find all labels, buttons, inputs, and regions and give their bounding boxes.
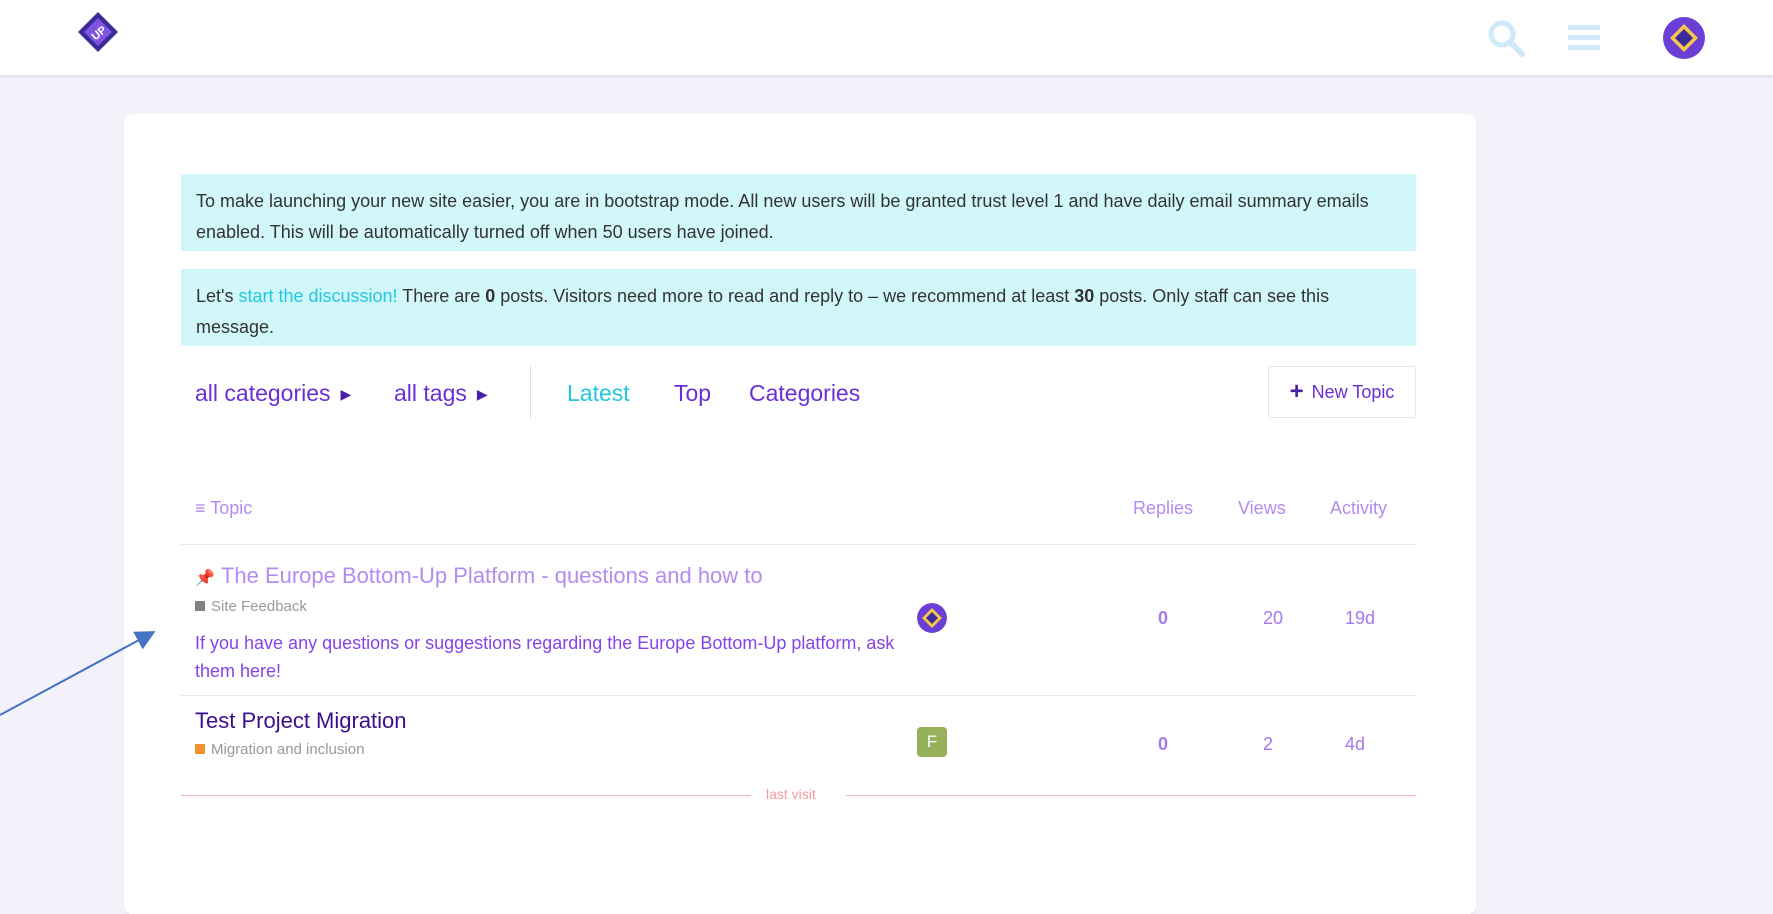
replies-count[interactable]: 0 (1158, 734, 1168, 755)
bootstrap-notice: To make launching your new site easier, … (181, 174, 1416, 251)
category-label: Migration and inclusion (211, 741, 365, 758)
topic-title: The Europe Bottom-Up Platform - question… (220, 563, 763, 588)
site-logo[interactable]: UP (76, 10, 120, 54)
last-visit-label: last visit (766, 786, 816, 802)
views-column-header[interactable]: Views (1238, 498, 1286, 519)
activity-time[interactable]: 19d (1345, 608, 1375, 629)
divider-line (846, 795, 1416, 796)
category-color-square (195, 744, 205, 754)
all-categories-label: all categories (195, 380, 331, 406)
new-topic-label: New Topic (1311, 381, 1395, 402)
hamburger-menu-icon[interactable] (1566, 20, 1602, 56)
views-count: 20 (1263, 608, 1284, 628)
all-categories-dropdown[interactable]: all categories ▶ (195, 380, 351, 407)
poster-avatar[interactable]: F (917, 727, 947, 757)
topic-row: 📌 The Europe Bottom-Up Platform - questio… (181, 545, 1416, 696)
user-avatar[interactable] (1663, 17, 1705, 59)
last-visit-divider: last visit (181, 786, 1416, 806)
poster-avatar[interactable] (917, 603, 947, 633)
views-count: 2 (1263, 734, 1274, 754)
topic-title-link[interactable]: Test Project Migration (195, 708, 407, 734)
recommended-count: 30 (1074, 286, 1095, 306)
main-panel: To make launching your new site easier, … (124, 114, 1476, 914)
site-header: UP (0, 0, 1773, 75)
new-topic-button[interactable]: + New Topic (1268, 366, 1416, 418)
bootstrap-notice-text: To make launching your new site easier, … (196, 191, 1369, 242)
nav-divider (530, 366, 531, 418)
tab-top[interactable]: Top (674, 380, 711, 407)
caret-right-icon: ▶ (340, 386, 352, 402)
category-badge[interactable]: Site Feedback (195, 598, 307, 615)
pin-icon: 📌 (195, 570, 215, 587)
search-icon[interactable] (1486, 18, 1526, 58)
notice-text: Let's (196, 286, 239, 306)
topic-title-link[interactable]: 📌 The Europe Bottom-Up Platform - questio… (195, 563, 763, 589)
category-badge[interactable]: Migration and inclusion (195, 741, 364, 758)
category-label: Site Feedback (211, 598, 307, 615)
topic-excerpt[interactable]: If you have any questions or suggestions… (195, 629, 895, 685)
list-icon: ≡ (195, 498, 206, 518)
posts-count: 0 (485, 286, 496, 306)
activity-column-header[interactable]: Activity (1330, 498, 1387, 519)
divider-line (181, 795, 751, 796)
tab-latest[interactable]: Latest (567, 380, 630, 407)
notice-text: There are (397, 286, 486, 306)
caret-right-icon: ▶ (476, 386, 488, 402)
tab-categories[interactable]: Categories (749, 380, 860, 407)
topic-column-header[interactable]: ≡ Topic (195, 498, 252, 519)
notice-text: posts. Visitors need more to read and re… (495, 286, 1075, 306)
start-discussion-link[interactable]: start the discussion! (238, 286, 397, 306)
plus-icon: + (1289, 378, 1304, 405)
topic-header-label: Topic (210, 498, 253, 518)
navigation-bar: all categories ▶ all tags ▶ Latest Top Cat… (181, 366, 1416, 422)
activity-time[interactable]: 4d (1345, 734, 1365, 755)
all-tags-dropdown[interactable]: all tags ▶ (394, 380, 488, 407)
discussion-notice: Let's start the discussion! There are 0 … (181, 269, 1416, 346)
topic-list-header: ≡ Topic Replies Views Activity (181, 494, 1416, 545)
category-color-square (195, 601, 205, 611)
replies-count[interactable]: 0 (1158, 608, 1168, 629)
replies-column-header[interactable]: Replies (1133, 498, 1193, 519)
topic-row: Test Project Migration Migration and inc… (181, 696, 1416, 796)
all-tags-label: all tags (394, 380, 467, 406)
